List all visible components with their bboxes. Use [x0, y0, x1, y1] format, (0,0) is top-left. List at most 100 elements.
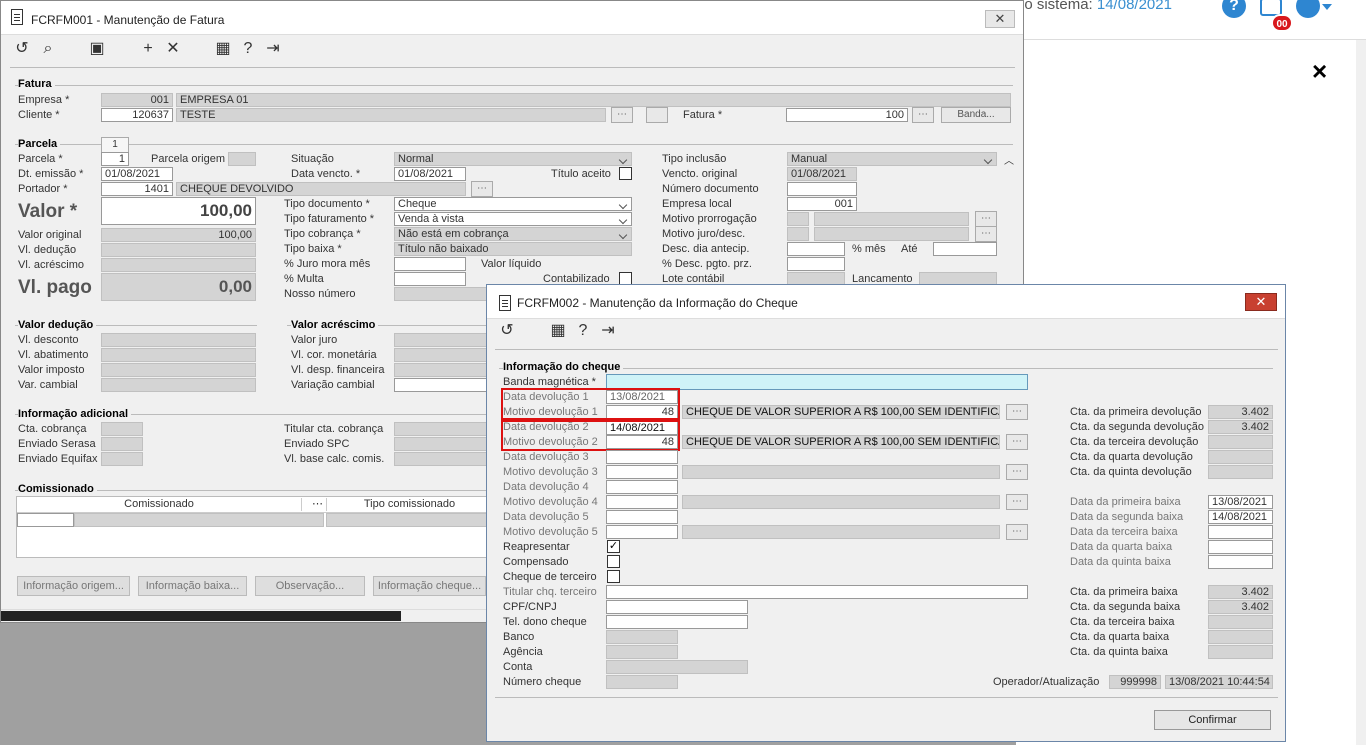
motivo-devolucao-5-code[interactable] [606, 525, 678, 539]
document-icon [499, 295, 511, 311]
search-icon[interactable]: ⌕ [38, 39, 58, 59]
vencto-field[interactable]: 01/08/2021 [394, 167, 466, 181]
close-icon[interactable]: × [1312, 56, 1327, 87]
empresa-local-field[interactable]: 001 [787, 197, 857, 211]
vencto-label: Data vencto. * [291, 168, 361, 180]
scroll-up-icon[interactable]: ︿ [1004, 155, 1014, 168]
motivo-4-lookup-button[interactable]: ⋯ [1006, 494, 1028, 510]
blank-button[interactable] [646, 107, 668, 123]
motivo-5-lookup-button[interactable]: ⋯ [1006, 524, 1028, 540]
comissionado-table[interactable]: Comissionado ⋯ Tipo comissionado [16, 496, 492, 558]
close-button[interactable]: ✕ [985, 10, 1015, 28]
window-titlebar: FCRFM001 - Manutenção de Fatura ✕ [1, 1, 1023, 35]
scroll-thumb[interactable] [1, 611, 401, 621]
tipo-faturamento-select[interactable]: Venda à vista [394, 212, 632, 226]
informacao-baixa-button[interactable]: Informação baixa... [138, 576, 247, 596]
parcela-field[interactable]: 1 [101, 152, 129, 166]
chevron-down-icon[interactable] [1322, 4, 1332, 10]
tipo-cobranca-select: Não está em cobrança [394, 227, 632, 241]
informacao-cheque-button[interactable]: Informação cheque... [373, 576, 486, 596]
motivo-devolucao-4-code[interactable] [606, 495, 678, 509]
empresa-label: Empresa * [18, 94, 70, 106]
save-icon[interactable]: ▣ [87, 39, 107, 59]
portador-code[interactable]: 1401 [101, 182, 173, 196]
var-cambial-field [101, 378, 256, 392]
vencto-original-field: 01/08/2021 [787, 167, 857, 181]
motivo-devolucao-3-code[interactable] [606, 465, 678, 479]
tel-dono-field[interactable] [606, 615, 748, 629]
cpf-cnpj-label: CPF/CNPJ [503, 601, 557, 613]
cta-dev-1-label: Cta. da primeira devolução [1070, 406, 1202, 418]
confirmar-button[interactable]: Confirmar [1154, 710, 1271, 730]
ate-field[interactable] [933, 242, 997, 256]
motivo-devolucao-5-desc [682, 525, 1000, 539]
exit-icon[interactable]: ⇥ [263, 39, 283, 59]
data-devolucao-3-field[interactable] [606, 450, 678, 464]
emissao-field[interactable]: 01/08/2021 [101, 167, 173, 181]
portador-lookup-button[interactable]: ⋯ [471, 181, 493, 197]
conta-field [606, 660, 748, 674]
close-button[interactable]: ✕ [1245, 293, 1277, 311]
section-informacao-adicional: Informação adicional [18, 408, 132, 420]
scrollbar[interactable] [1356, 40, 1366, 745]
vl-pago-label: Vl. pago [18, 277, 92, 298]
comissionado-code-cell[interactable] [17, 513, 74, 527]
delete-icon[interactable]: ✕ [163, 39, 183, 59]
calendar-icon[interactable]: ▦ [213, 39, 233, 59]
titular-terceiro-field[interactable] [606, 585, 1028, 599]
vl-deducao-field [101, 243, 256, 257]
variacao-cambial-field[interactable] [394, 378, 489, 392]
desc-pgto-field[interactable] [787, 257, 845, 271]
valor-field[interactable]: 100,00 [101, 197, 256, 225]
data-baixa-4-label: Data da quarta baixa [1070, 541, 1173, 553]
highlight-devolucao-1 [501, 388, 680, 420]
cheque-terceiro-checkbox[interactable] [607, 570, 620, 583]
prorrogacao-lookup-button[interactable]: ⋯ [975, 211, 997, 227]
enviado-spc-label: Enviado SPC [284, 438, 350, 450]
refresh-icon[interactable]: ↺ [497, 321, 517, 341]
fatura-lookup-button[interactable]: ⋯ [912, 107, 934, 123]
reapresentar-checkbox[interactable]: ✓ [607, 540, 620, 553]
data-baixa-5-field [1208, 555, 1273, 569]
titulo-aceito-checkbox[interactable] [619, 167, 632, 180]
multa-field[interactable] [394, 272, 466, 286]
portador-label: Portador * [18, 183, 68, 195]
multa-label: % Multa [284, 273, 324, 285]
calendar-icon[interactable]: ▦ [548, 321, 568, 341]
help-icon[interactable]: ? [238, 39, 258, 59]
help-icon[interactable]: ? [573, 321, 593, 341]
valor-juro-label: Valor juro [291, 334, 338, 346]
observacao-button[interactable]: Observação... [255, 576, 365, 596]
motivo-2-lookup-button[interactable]: ⋯ [1006, 434, 1028, 450]
section-parcela: Parcela [18, 138, 61, 150]
data-devolucao-4-field[interactable] [606, 480, 678, 494]
enviado-serasa-label: Enviado Serasa [18, 438, 96, 450]
refresh-icon[interactable]: ↺ [12, 39, 32, 59]
informacao-origem-button[interactable]: Informação origem... [17, 576, 130, 596]
vl-acrescimo-label: Vl. acréscimo [18, 259, 85, 271]
parcela-tab[interactable]: 1 [101, 137, 129, 153]
juro-mora-field[interactable] [394, 257, 466, 271]
cta-baixa-1-label: Cta. da primeira baixa [1070, 586, 1178, 598]
cliente-code[interactable]: 120637 [101, 108, 173, 122]
motivo-1-lookup-button[interactable]: ⋯ [1006, 404, 1028, 420]
banda-button[interactable]: Banda... [941, 107, 1011, 123]
exit-icon[interactable]: ⇥ [598, 321, 618, 341]
titular-cta-field [394, 422, 489, 436]
motivo-devolucao-2-desc: CHEQUE DE VALOR SUPERIOR A R$ 100,00 SEM… [682, 435, 1000, 449]
numero-documento-field[interactable] [787, 182, 857, 196]
add-icon[interactable]: + [138, 39, 158, 59]
cta-dev-3-field [1208, 435, 1273, 449]
motivo-3-lookup-button[interactable]: ⋯ [1006, 464, 1028, 480]
juro-mora-label: % Juro mora mês [284, 258, 371, 270]
compensado-checkbox[interactable] [607, 555, 620, 568]
cliente-lookup-button[interactable]: ⋯ [611, 107, 633, 123]
cta-dev-1-field: 3.402 [1208, 405, 1273, 419]
tipo-cobranca-label: Tipo cobrança * [284, 228, 361, 240]
fatura-field[interactable]: 100 [786, 108, 908, 122]
tipo-documento-select[interactable]: Cheque [394, 197, 632, 211]
juro-lookup-button[interactable]: ⋯ [975, 226, 997, 242]
data-devolucao-5-field[interactable] [606, 510, 678, 524]
cpf-cnpj-field[interactable] [606, 600, 748, 614]
desc-antecip-field[interactable] [787, 242, 845, 256]
